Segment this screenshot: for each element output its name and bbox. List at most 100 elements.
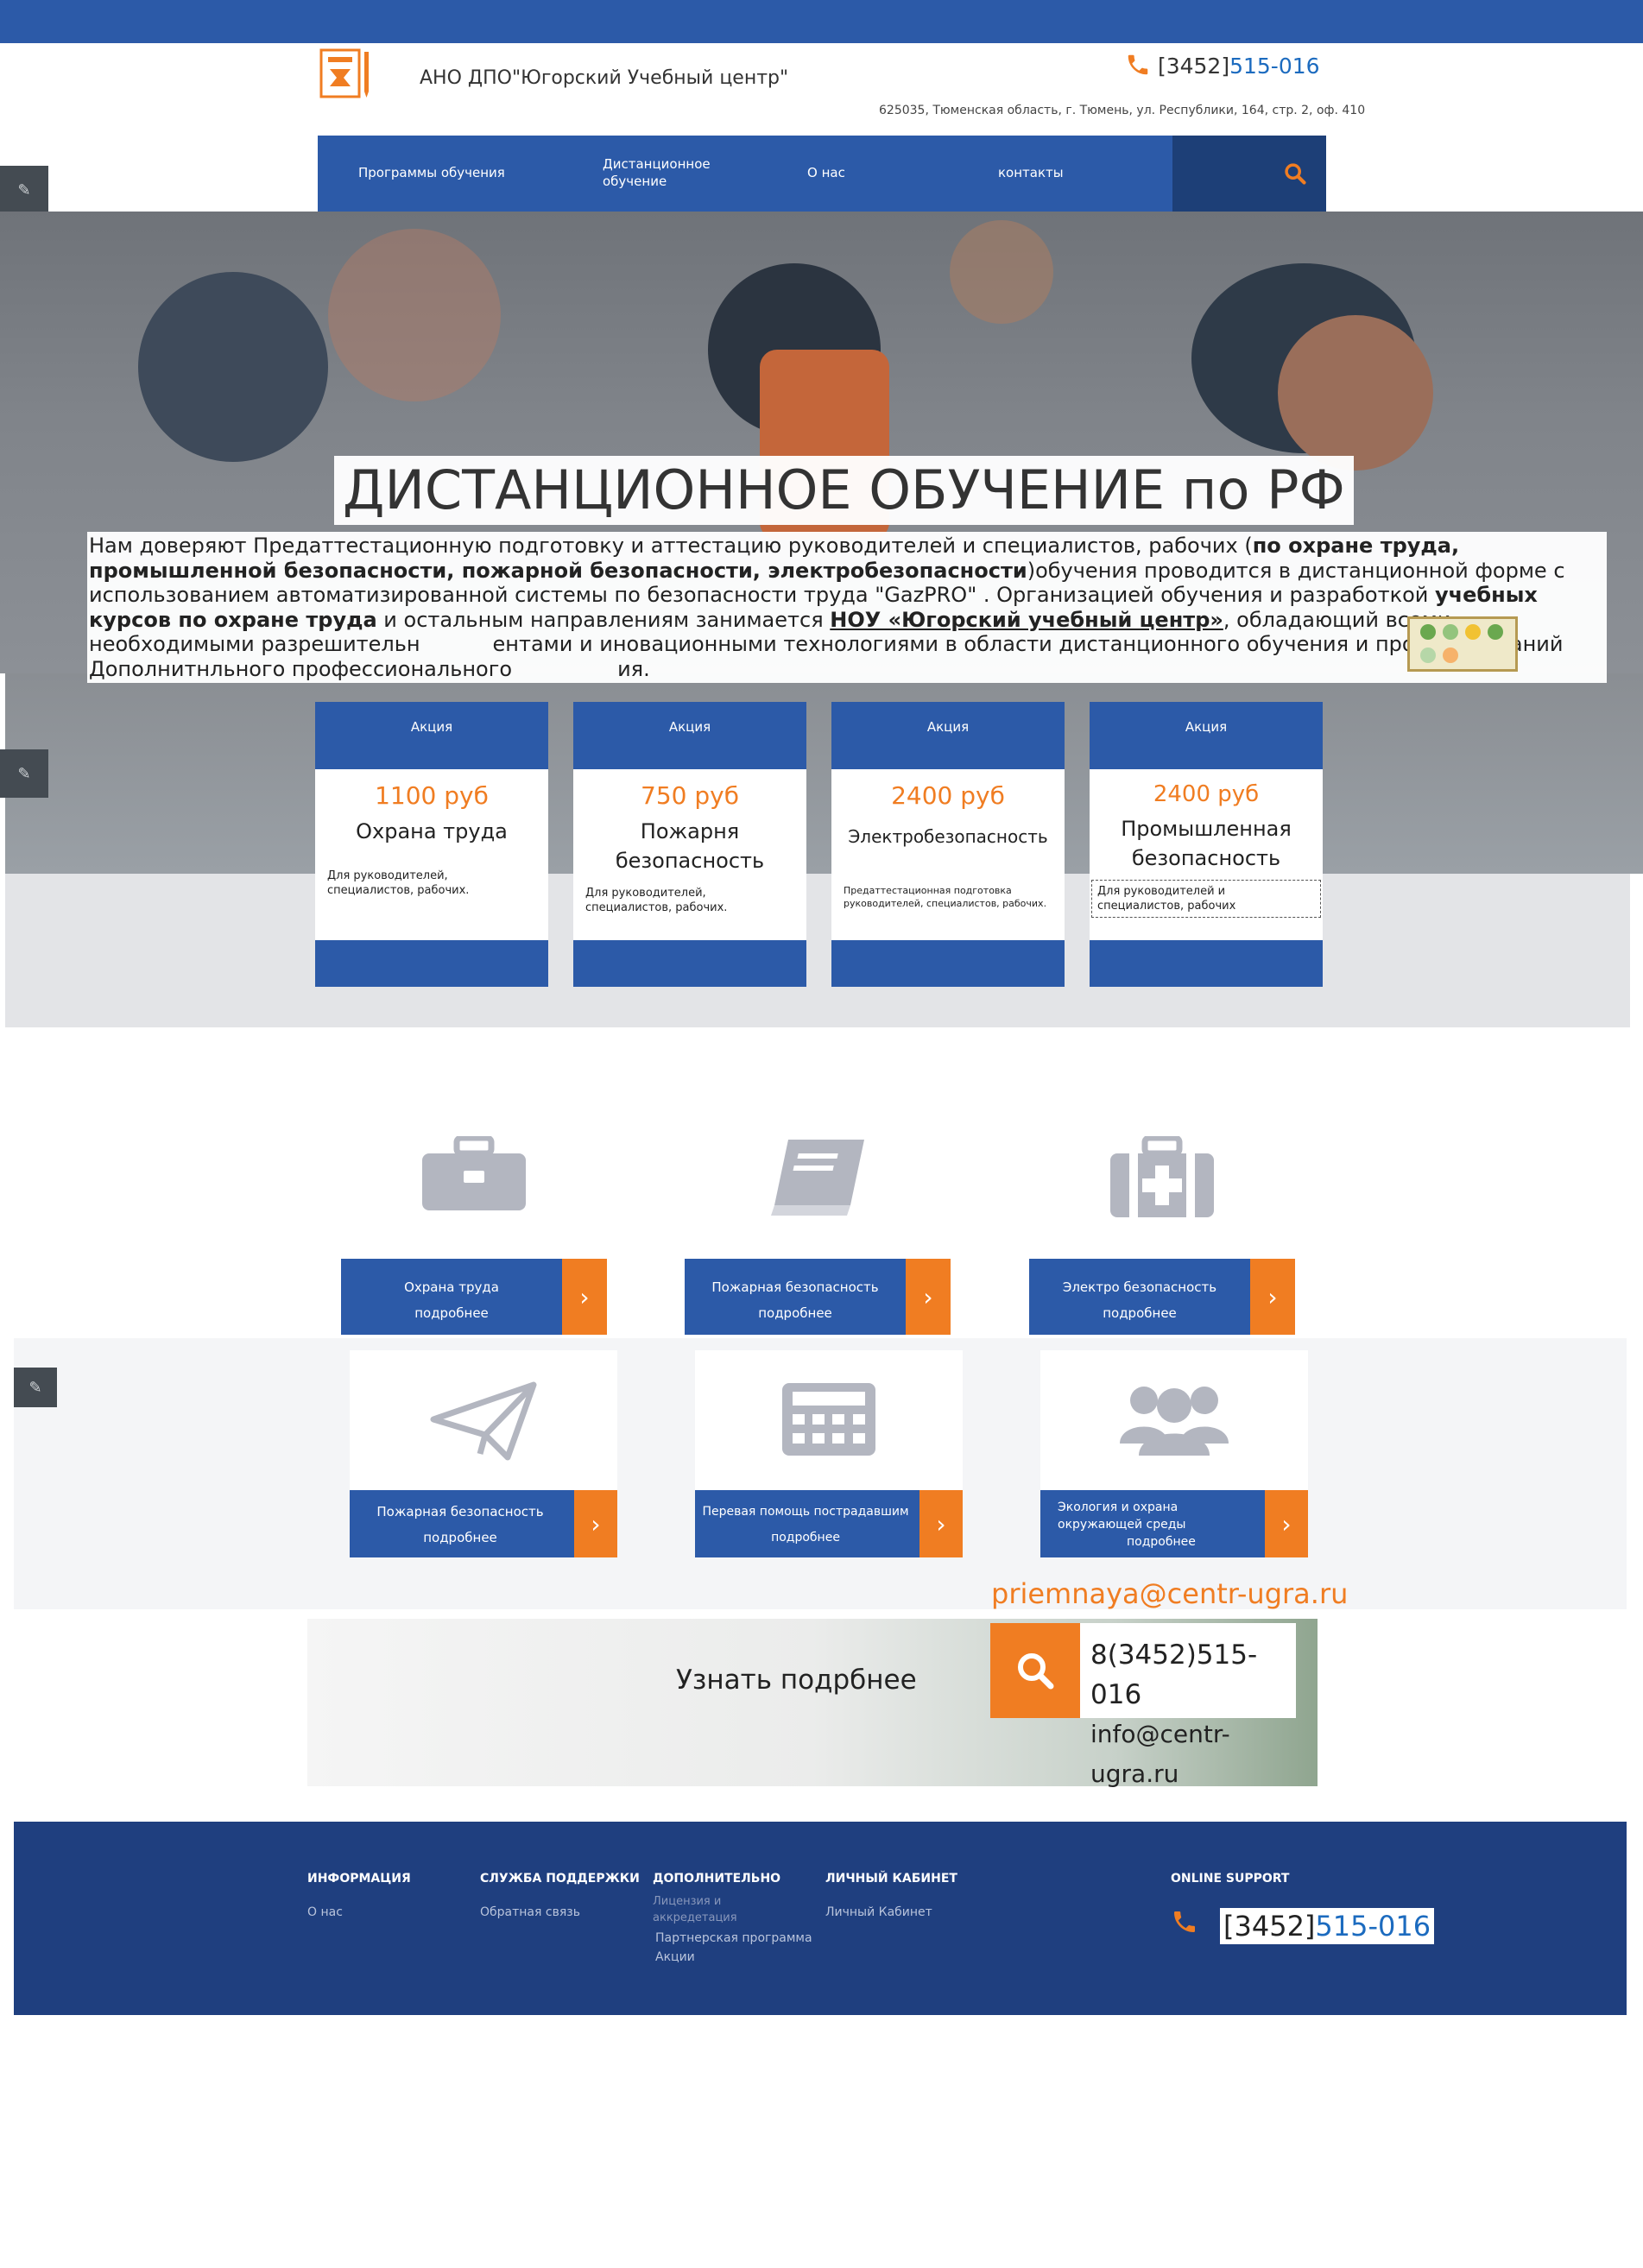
promo-title: Охрана труда [356,819,508,843]
promo-title: Пожарня безопасность [615,819,765,873]
promo-badge: Акция [668,719,711,735]
promo-card[interactable]: Акция 1100 руб Охрана труда Для руководи… [315,702,548,987]
edit-button[interactable]: ✎ [0,166,48,214]
footer-heading-extra: ДОПОЛНИТЕЛЬНО [653,1872,781,1886]
widget-icon [1420,648,1436,663]
promo-card[interactable]: Акция 750 руб Пожарня безопасность Для р… [573,702,806,987]
service-tile[interactable]: Пожарная безопасность подробнее › [350,1350,617,1557]
chevron-right-icon[interactable]: › [574,1490,617,1557]
edit-button[interactable]: ✎ [14,1368,57,1407]
footer-link-license[interactable]: Лицензия и аккредетация [653,1893,737,1926]
promo-badge: Акция [1185,719,1228,735]
service-tile[interactable]: Охрана труда подробнее › [341,1093,607,1335]
calculator-icon [780,1381,877,1461]
footer-phone[interactable]: [3452]515-016 [1220,1908,1435,1944]
nav-item-distance-line2: обучение [603,174,667,189]
chevron-right-icon[interactable]: › [1250,1259,1295,1335]
nav-item-about[interactable]: О нас [807,164,845,181]
pencil-icon: ✎ [17,764,31,783]
tile-more-link[interactable]: подробнее [341,1300,562,1326]
footer-heading-account: ЛИЧНЫЙ КАБИНЕТ [825,1872,957,1886]
tile-title: Электро безопасность [1062,1279,1217,1295]
hero-description: Нам доверяют Предаттестационную подготов… [87,532,1607,683]
book-icon [768,1136,868,1222]
footer-link-partner[interactable]: Партнерская программа [655,1929,812,1948]
tile-label: Экология и охрана окружающей среды подроб… [1040,1499,1261,1551]
cta-email[interactable]: info@centr-ugra.ru [1090,1715,1286,1794]
tile-label: Пожарная безопасность подробнее [685,1274,906,1326]
floating-widget[interactable] [1407,616,1518,672]
tile-more-link[interactable]: подробнее [695,1525,916,1551]
cta-phone[interactable]: 8(3452)515-016 [1090,1635,1286,1715]
tile-title: Перевая помощь пострадавшим [702,1505,909,1519]
hero-org-link[interactable]: НОУ «Югорский учебный центр» [830,608,1223,632]
footer-link-license-l1: Лицензия и [653,1895,722,1908]
org-name: АНО ДПО"Югорский Учебный центр" [420,67,789,89]
tile-title: Пожарная безопасность [376,1504,544,1519]
chevron-right-icon[interactable]: › [1265,1490,1308,1557]
nav-item-programs[interactable]: Программы обучения [358,164,505,181]
footer-link-about[interactable]: О нас [307,1903,343,1922]
service-tile[interactable]: Перевая помощь пострадавшим подробнее › [695,1350,963,1557]
promo-card[interactable]: Акция 2400 руб Электробезопасность Преда… [831,702,1065,987]
promo-background [5,874,1630,1027]
hero-photo-person [328,229,501,401]
footer-phone-code: [3452] [1223,1910,1316,1943]
tile-label: Электро безопасность подробнее [1029,1274,1250,1326]
promo-price: 1100 руб [375,781,489,810]
tile-label: Пожарная безопасность подробнее [350,1499,571,1551]
tile-more-link[interactable]: подробнее [1058,1533,1261,1551]
widget-icon [1488,624,1503,640]
widget-icon [1443,648,1458,663]
nav-item-distance-line1: Дистанционное [603,156,711,172]
promo-note: Для руководителей, специалистов, рабочих… [585,887,728,914]
hero-text-part: Нам доверяют Предаттестационную подготов… [89,534,1253,558]
widget-icon [1465,624,1481,640]
users-icon [1118,1381,1230,1461]
edit-button[interactable]: ✎ [0,749,48,798]
nav-item-distance[interactable]: Дистанционное обучение [603,155,711,190]
promo-note: Для руководителей, специалистов, рабочих… [327,869,470,897]
service-tile[interactable]: Экология и охрана окружающей среды подроб… [1040,1350,1308,1557]
logo[interactable] [318,48,373,100]
promo-title: Промышленная безопасность [1121,817,1292,870]
chevron-right-icon[interactable]: › [906,1259,951,1335]
address: 625035, Тюменская область, г. Тюмень, ул… [879,104,1366,117]
nav-search-button[interactable] [1283,161,1307,189]
promo-badge: Акция [926,719,970,735]
footer-link-promos[interactable]: Акции [655,1948,695,1967]
tile-label: Перевая помощь пострадавшим подробнее [695,1499,916,1551]
service-tile[interactable]: Электро безопасность подробнее › [1029,1093,1295,1335]
chevron-right-icon[interactable]: › [562,1259,607,1335]
cta-contacts: 8(3452)515-016 info@centr-ugra.ru [1080,1623,1296,1788]
promo-price: 750 руб [641,781,739,810]
search-icon [1018,1653,1054,1690]
promo-title: Электробезопасность [848,826,1048,847]
footer-link-feedback[interactable]: Обратная связь [480,1903,580,1922]
hero-text-part: и остальным направлениям занимается [376,607,831,632]
chevron-right-icon[interactable]: › [919,1490,963,1557]
promo-card[interactable]: Акция 2400 руб Промышленная безопасность… [1090,702,1323,987]
tile-more-link[interactable]: подробнее [685,1300,906,1326]
nav-item-contacts[interactable]: контакты [998,164,1064,181]
header-phone-number: 515-016 [1229,54,1320,79]
header-phone[interactable]: [3452]515-016 [1125,52,1320,79]
phone-icon [1171,1908,1198,1939]
cta-search-button[interactable] [990,1623,1080,1718]
tile-more-link[interactable]: подробнее [1029,1300,1250,1326]
hero-photo-person [950,220,1053,324]
footer-link-account[interactable]: Личный Кабинет [825,1903,932,1922]
footer-link-license-l2: аккредетация [653,1911,737,1924]
service-tile[interactable]: Пожарная безопасность подробнее › [685,1093,951,1335]
promo-note: Для руководителей и специалистов, рабочи… [1091,880,1321,918]
tile-label: Охрана труда подробнее [341,1274,562,1326]
footer-heading-info: ИНФОРМАЦИЯ [307,1872,411,1886]
cta-text[interactable]: Узнать подрбнее [676,1665,917,1696]
hero-title: ДИСТАНЦИОННОЕ ОБУЧЕНИЕ по РФ [334,456,1354,525]
briefcase-icon [420,1134,528,1217]
reception-email[interactable]: priemnaya@centr-ugra.ru [991,1577,1348,1610]
widget-icon [1420,624,1436,640]
hero-photo-person [1278,315,1433,471]
header-phone-code: [3452] [1157,54,1230,79]
tile-more-link[interactable]: подробнее [350,1525,571,1551]
